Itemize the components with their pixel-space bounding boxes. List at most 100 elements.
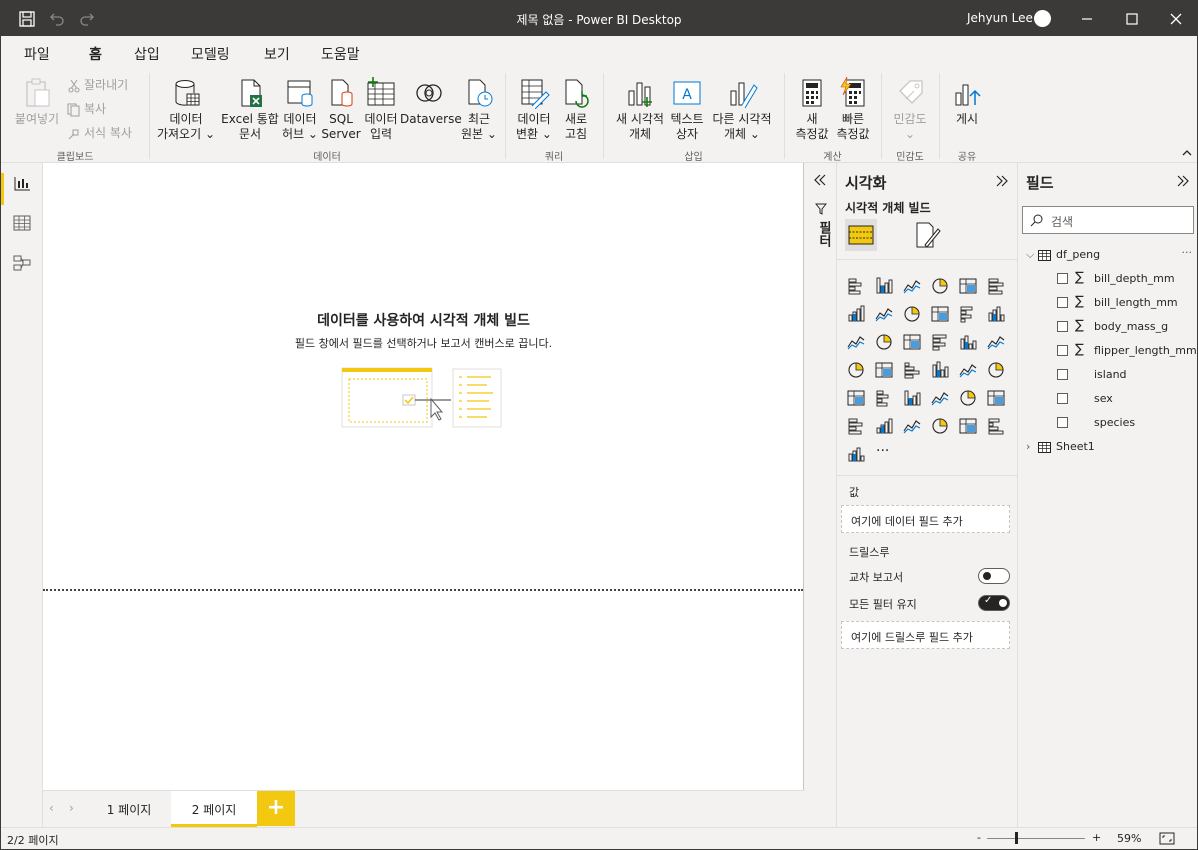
field-table-Sheet1[interactable]: › Sheet1: [1026, 440, 1192, 453]
multi-row-card-icon[interactable]: [958, 360, 978, 380]
r-visual-icon[interactable]: [930, 388, 950, 408]
arcgis-map-icon[interactable]: [958, 416, 978, 436]
table-more-options[interactable]: ···: [1182, 246, 1193, 259]
tab-modeling[interactable]: 모델링: [191, 44, 230, 64]
page-tab-2[interactable]: 2 페이지: [171, 791, 257, 827]
tab-help[interactable]: 도움말: [321, 44, 360, 64]
field-checkbox[interactable]: [1057, 273, 1068, 284]
report-view-icon[interactable]: [12, 173, 32, 193]
card-icon[interactable]: [930, 360, 950, 380]
scatter-icon[interactable]: [902, 332, 922, 352]
maximize-icon[interactable]: [1124, 11, 1140, 27]
stacked-bar-icon[interactable]: [846, 276, 866, 296]
avatar[interactable]: [1034, 10, 1051, 27]
new-visual-button[interactable]: 새 시각적 개체: [611, 77, 669, 142]
text-box-button[interactable]: A 텍스트 상자: [667, 77, 707, 142]
power-automate-icon[interactable]: [846, 444, 866, 464]
tab-view[interactable]: 보기: [264, 44, 290, 64]
filters-label[interactable]: 필터: [814, 221, 833, 247]
field-checkbox[interactable]: [1057, 321, 1068, 332]
field-checkbox[interactable]: [1057, 369, 1068, 380]
treemap-icon[interactable]: [986, 332, 1006, 352]
clustered-column-icon[interactable]: [930, 276, 950, 296]
field-checkbox[interactable]: [1057, 297, 1068, 308]
keep-filters-toggle[interactable]: ✓: [978, 595, 1010, 611]
add-page-button[interactable]: +: [257, 791, 295, 826]
100-stacked-bar-icon[interactable]: [958, 276, 978, 296]
collapse-ribbon-icon[interactable]: [1181, 147, 1193, 157]
copy-button[interactable]: 복사: [67, 100, 106, 117]
field-checkbox[interactable]: [1057, 393, 1068, 404]
transform-data-button[interactable]: 데이터 변환 ⌄: [512, 77, 556, 142]
paginated-report-icon[interactable]: [930, 416, 950, 436]
enter-data-button[interactable]: 데이터 입력: [362, 77, 400, 142]
donut-icon[interactable]: [958, 332, 978, 352]
tab-insert[interactable]: 삽입: [134, 44, 160, 64]
get-data-button[interactable]: 데이터 가져오기 ⌄: [155, 77, 217, 142]
sensitivity-button[interactable]: 민감도 ⌄: [887, 77, 933, 142]
recent-sources-button[interactable]: 최근 원본 ⌄: [459, 77, 499, 142]
new-measure-button[interactable]: 새 측정값: [793, 77, 831, 142]
dataverse-button[interactable]: Dataverse: [400, 77, 462, 127]
more-visuals-ellipsis[interactable]: ···: [876, 443, 889, 459]
clustered-bar-icon[interactable]: [902, 276, 922, 296]
stacked-area-icon[interactable]: [902, 304, 922, 324]
collapse-viz-icon[interactable]: [995, 174, 1009, 188]
kpi-icon[interactable]: [986, 360, 1006, 380]
expand-filters-icon[interactable]: [813, 173, 827, 187]
table-icon[interactable]: [874, 388, 894, 408]
zoom-in-button[interactable]: +: [1092, 831, 1101, 844]
close-icon[interactable]: [1168, 11, 1184, 27]
format-visual-tab[interactable]: [911, 219, 943, 251]
minimize-icon[interactable]: [1079, 11, 1095, 27]
zoom-slider-thumb[interactable]: [1014, 832, 1018, 844]
filled-map-icon[interactable]: [874, 360, 894, 380]
line-stacked-column-icon[interactable]: [958, 304, 978, 324]
field-table-df_peng[interactable]: ⌵ df_peng ···: [1026, 246, 1193, 262]
publish-button[interactable]: 게시: [947, 77, 987, 127]
ribbon-chart-icon[interactable]: [986, 304, 1006, 324]
build-visual-tab[interactable]: [845, 219, 877, 251]
prev-page-arrow[interactable]: ‹: [49, 801, 54, 815]
stacked-column-icon[interactable]: [874, 276, 894, 296]
report-canvas[interactable]: 데이터를 사용하여 시각적 개체 빌드 필드 창에서 필드를 선택하거나 보고서…: [43, 163, 804, 790]
power-apps-icon[interactable]: [986, 416, 1006, 436]
format-painter-button[interactable]: 서식 복사: [67, 124, 132, 141]
decomposition-tree-icon[interactable]: [846, 416, 866, 436]
area-icon[interactable]: [874, 304, 894, 324]
line-clustered-column-icon[interactable]: [930, 304, 950, 324]
drillthrough-drop-well[interactable]: 여기에 드릴스루 필드 추가: [841, 621, 1010, 649]
python-visual-icon[interactable]: [958, 388, 978, 408]
field-checkbox[interactable]: [1057, 345, 1068, 356]
tab-file[interactable]: 파일: [24, 44, 50, 64]
values-drop-well[interactable]: 여기에 데이터 필드 추가: [841, 505, 1010, 533]
user-name[interactable]: Jehyun Lee: [967, 11, 1033, 25]
matrix-icon[interactable]: [902, 388, 922, 408]
pie-icon[interactable]: [930, 332, 950, 352]
chevron-down-icon[interactable]: ⌵: [1026, 248, 1038, 262]
field-checkbox[interactable]: [1057, 417, 1068, 428]
data-hub-button[interactable]: 데이터 허브 ⌄: [281, 77, 319, 142]
zoom-slider-track[interactable]: [987, 838, 1085, 839]
qa-icon[interactable]: [874, 416, 894, 436]
100-stacked-column-icon[interactable]: [986, 276, 1006, 296]
zoom-out-button[interactable]: -: [977, 831, 981, 844]
sql-server-button[interactable]: SQL Server: [321, 77, 361, 142]
excel-workbook-button[interactable]: Excel 통합 문서: [221, 77, 279, 142]
waterfall-icon[interactable]: [846, 332, 866, 352]
slicer-icon[interactable]: [846, 388, 866, 408]
model-view-icon[interactable]: [12, 253, 32, 273]
cut-button[interactable]: 잘라내기: [67, 76, 128, 93]
fields-search-input[interactable]: 검색: [1022, 206, 1194, 234]
collapse-fields-icon[interactable]: [1176, 174, 1190, 188]
cross-report-toggle[interactable]: [978, 568, 1010, 584]
more-visuals-button[interactable]: 다른 시각적 개체 ⌄: [709, 77, 775, 142]
smart-narrative-icon[interactable]: [902, 416, 922, 436]
data-view-icon[interactable]: [12, 213, 32, 233]
map-icon[interactable]: [846, 360, 866, 380]
fit-to-page-icon[interactable]: [1159, 832, 1175, 845]
key-influencers-icon[interactable]: [986, 388, 1006, 408]
refresh-button[interactable]: 새로 고침: [558, 77, 594, 142]
page-tab-1[interactable]: 1 페이지: [87, 791, 171, 827]
paste-button[interactable]: 붙여넣기: [9, 77, 65, 127]
